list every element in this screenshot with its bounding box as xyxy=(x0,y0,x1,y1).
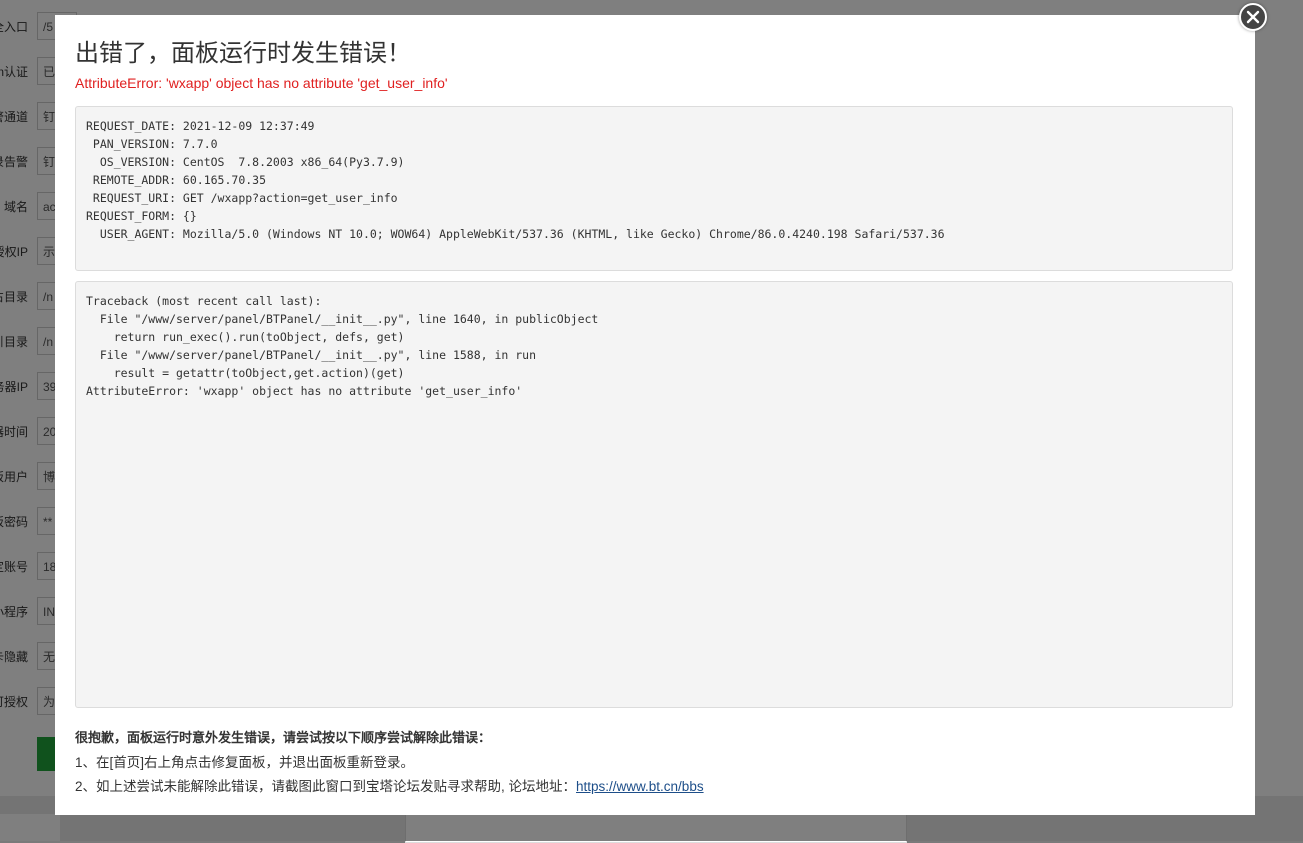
forum-link[interactable]: https://www.bt.cn/bbs xyxy=(576,779,704,794)
traceback-line: result = getattr(toObject,get.action)(ge… xyxy=(86,366,405,380)
help-step-2-text: 2、如上述尝试未能解除此错误，请截图此窗口到宝塔论坛发贴寻求帮助, 论坛地址： xyxy=(75,779,577,794)
request-info-line: REMOTE_ADDR: 60.165.70.35 xyxy=(86,173,267,187)
request-info-line: REQUEST_URI: GET /wxapp?action=get_user_… xyxy=(86,191,398,205)
close-button[interactable] xyxy=(1239,3,1267,31)
traceback-line: File "/www/server/panel/BTPanel/__init__… xyxy=(86,348,537,362)
request-info-line: PAN_VERSION: 7.7.0 xyxy=(86,137,218,151)
error-summary: AttributeError: 'wxapp' object has no at… xyxy=(75,75,448,91)
help-heading: 很抱歉，面板运行时意外发生错误，请尝试按以下顺序尝试解除此错误： xyxy=(75,730,492,745)
request-info-line: USER_AGENT: Mozilla/5.0 (Windows NT 10.0… xyxy=(86,227,945,241)
error-dialog: 出错了，面板运行时发生错误！ AttributeError: 'wxapp' o… xyxy=(55,15,1255,815)
help-step-1: 1、在[首页]右上角点击修复面板，并退出面板重新登录。 xyxy=(75,755,415,770)
traceback-box: Traceback (most recent call last): File … xyxy=(75,281,1233,708)
help-step-2: 2、如上述尝试未能解除此错误，请截图此窗口到宝塔论坛发贴寻求帮助, 论坛地址：h… xyxy=(75,775,704,795)
close-icon xyxy=(1246,10,1260,24)
dialog-title: 出错了，面板运行时发生错误！ xyxy=(75,40,411,67)
traceback-line: Traceback (most recent call last): xyxy=(86,294,322,308)
request-info-box: REQUEST_DATE: 2021-12-09 12:37:49 PAN_VE… xyxy=(75,106,1233,271)
request-info-line: REQUEST_DATE: 2021-12-09 12:37:49 xyxy=(86,119,315,133)
traceback-line: File "/www/server/panel/BTPanel/__init__… xyxy=(86,312,599,326)
traceback-line: return run_exec().run(toObject, defs, ge… xyxy=(86,330,405,344)
traceback-line: AttributeError: 'wxapp' object has no at… xyxy=(86,384,523,398)
request-info-line: OS_VERSION: CentOS 7.8.2003 x86_64(Py3.7… xyxy=(86,155,405,169)
request-info-line: REQUEST_FORM: {} xyxy=(86,209,197,223)
